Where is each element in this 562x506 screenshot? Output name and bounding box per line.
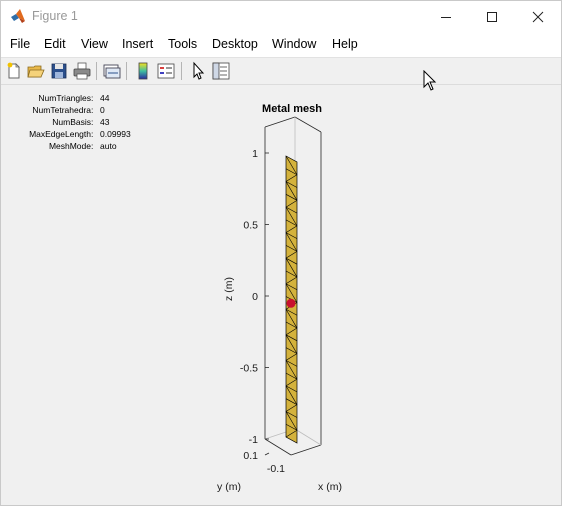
y-axis-label: y (m) [217, 481, 241, 493]
axis-edge [294, 428, 322, 446]
axis-edge [264, 438, 292, 456]
z-tick-label: -0.5 [240, 363, 258, 375]
metal-mesh-strip [285, 155, 298, 444]
axis-edge [290, 444, 322, 456]
z-tick-label: 0.5 [243, 220, 258, 232]
plot-title: Metal mesh [262, 103, 322, 115]
mouse-cursor-icon [423, 70, 437, 91]
x-tick-label: -0.1 [267, 463, 285, 475]
z-tick-label: 0 [252, 291, 258, 303]
y-tick-label: 0.1 [243, 450, 258, 462]
axis-edge [264, 116, 296, 128]
mesh-plot[interactable]: Metal mesh 1 0.5 0 -0.5 -1 0.1 -0.1 z (m) y … [1, 1, 561, 505]
z-tick-label: -1 [249, 434, 258, 446]
figure-window: Figure 1 File Edit View Insert Tools Des… [0, 0, 562, 506]
z-tick-label: 1 [252, 148, 258, 160]
feed-point-marker [286, 298, 296, 308]
y-tick-mark [264, 452, 270, 456]
z-axis-label: z (m) [223, 277, 235, 301]
axis-edge [294, 116, 322, 133]
x-axis-label: x (m) [318, 481, 342, 493]
